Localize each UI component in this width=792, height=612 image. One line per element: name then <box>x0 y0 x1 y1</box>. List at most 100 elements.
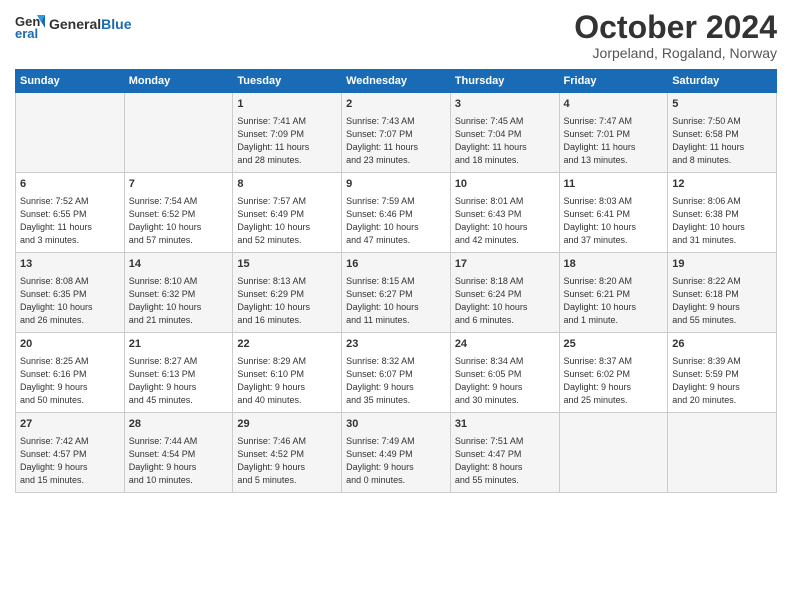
day-number: 18 <box>564 257 664 272</box>
cell-content: Sunrise: 8:22 AM Sunset: 6:18 PM Dayligh… <box>672 275 772 327</box>
logo-icon: Gen eral <box>15 10 45 40</box>
calendar-cell: 19 Sunrise: 8:22 AM Sunset: 6:18 PM Dayli… <box>668 253 777 333</box>
day-number: 8 <box>237 177 337 192</box>
header-cell-friday: Friday <box>559 70 668 93</box>
day-number: 9 <box>346 177 446 192</box>
day-number: 22 <box>237 337 337 352</box>
cell-content: Sunrise: 8:01 AM Sunset: 6:43 PM Dayligh… <box>455 195 555 247</box>
header-cell-thursday: Thursday <box>450 70 559 93</box>
header: Gen eral GeneralBlue October 2024 Jorpel… <box>15 10 777 61</box>
logo-text-block: GeneralBlue <box>49 17 131 32</box>
calendar-cell: 4Sunrise: 7:47 AM Sunset: 7:01 PM Daylig… <box>559 93 668 173</box>
logo: Gen eral GeneralBlue <box>15 10 131 40</box>
calendar-cell <box>668 413 777 493</box>
day-number: 26 <box>672 337 772 352</box>
calendar-cell: 3 Sunrise: 7:45 AM Sunset: 7:04 PM Daylig… <box>450 93 559 173</box>
day-number: 23 <box>346 337 446 352</box>
calendar-cell: 23 Sunrise: 8:32 AM Sunset: 6:07 PM Dayli… <box>342 333 451 413</box>
cell-content: Sunrise: 7:45 AM Sunset: 7:04 PM Dayligh… <box>455 115 555 167</box>
cell-content: Sunrise: 8:08 AM Sunset: 6:35 PM Dayligh… <box>20 275 120 327</box>
day-number: 4 <box>564 97 664 112</box>
day-number: 30 <box>346 417 446 432</box>
cell-content: Sunrise: 7:41 AM Sunset: 7:09 PM Dayligh… <box>237 115 337 167</box>
day-number: 19 <box>672 257 772 272</box>
calendar-cell: 26Sunrise: 8:39 AM Sunset: 5:59 PM Dayli… <box>668 333 777 413</box>
day-number: 2 <box>346 97 446 112</box>
day-number: 16 <box>346 257 446 272</box>
calendar-cell: 1 Sunrise: 7:41 AM Sunset: 7:09 PM Daylig… <box>233 93 342 173</box>
cell-content: Sunrise: 8:03 AM Sunset: 6:41 PM Dayligh… <box>564 195 664 247</box>
calendar-cell: 29 Sunrise: 7:46 AM Sunset: 4:52 PM Dayli… <box>233 413 342 493</box>
cell-content: Sunrise: 8:29 AM Sunset: 6:10 PM Dayligh… <box>237 355 337 407</box>
cell-content: Sunrise: 8:32 AM Sunset: 6:07 PM Dayligh… <box>346 355 446 407</box>
calendar-cell: 30 Sunrise: 7:49 AM Sunset: 4:49 PM Dayli… <box>342 413 451 493</box>
header-row: SundayMondayTuesdayWednesdayThursdayFrid… <box>16 70 777 93</box>
day-number: 7 <box>129 177 229 192</box>
day-number: 11 <box>564 177 664 192</box>
calendar-cell: 13 Sunrise: 8:08 AM Sunset: 6:35 PM Dayli… <box>16 253 125 333</box>
cell-content: Sunrise: 8:34 AM Sunset: 6:05 PM Dayligh… <box>455 355 555 407</box>
day-number: 29 <box>237 417 337 432</box>
cell-content: Sunrise: 8:25 AM Sunset: 6:16 PM Dayligh… <box>20 355 120 407</box>
cell-content: Sunrise: 7:46 AM Sunset: 4:52 PM Dayligh… <box>237 435 337 487</box>
calendar-cell: 20 Sunrise: 8:25 AM Sunset: 6:16 PM Dayli… <box>16 333 125 413</box>
day-number: 6 <box>20 177 120 192</box>
calendar-cell: 15 Sunrise: 8:13 AM Sunset: 6:29 PM Dayli… <box>233 253 342 333</box>
cell-content: Sunrise: 8:10 AM Sunset: 6:32 PM Dayligh… <box>129 275 229 327</box>
calendar-cell <box>16 93 125 173</box>
page: Gen eral GeneralBlue October 2024 Jorpel… <box>0 0 792 612</box>
calendar-cell: 11 Sunrise: 8:03 AM Sunset: 6:41 PM Dayli… <box>559 173 668 253</box>
cell-content: Sunrise: 7:49 AM Sunset: 4:49 PM Dayligh… <box>346 435 446 487</box>
week-row-2: 13 Sunrise: 8:08 AM Sunset: 6:35 PM Dayli… <box>16 253 777 333</box>
day-number: 20 <box>20 337 120 352</box>
header-cell-monday: Monday <box>124 70 233 93</box>
calendar-cell: 10 Sunrise: 8:01 AM Sunset: 6:43 PM Dayli… <box>450 173 559 253</box>
header-cell-sunday: Sunday <box>16 70 125 93</box>
calendar-table: SundayMondayTuesdayWednesdayThursdayFrid… <box>15 69 777 493</box>
cell-content: Sunrise: 8:27 AM Sunset: 6:13 PM Dayligh… <box>129 355 229 407</box>
calendar-cell: 7 Sunrise: 7:54 AM Sunset: 6:52 PM Daylig… <box>124 173 233 253</box>
cell-content: Sunrise: 8:13 AM Sunset: 6:29 PM Dayligh… <box>237 275 337 327</box>
week-row-0: 1 Sunrise: 7:41 AM Sunset: 7:09 PM Daylig… <box>16 93 777 173</box>
calendar-cell: 16 Sunrise: 8:15 AM Sunset: 6:27 PM Dayli… <box>342 253 451 333</box>
day-number: 5 <box>672 97 772 112</box>
day-number: 3 <box>455 97 555 112</box>
calendar-cell: 8 Sunrise: 7:57 AM Sunset: 6:49 PM Daylig… <box>233 173 342 253</box>
day-number: 14 <box>129 257 229 272</box>
cell-content: Sunrise: 8:20 AM Sunset: 6:21 PM Dayligh… <box>564 275 664 327</box>
cell-content: Sunrise: 8:37 AM Sunset: 6:02 PM Dayligh… <box>564 355 664 407</box>
header-cell-wednesday: Wednesday <box>342 70 451 93</box>
cell-content: Sunrise: 7:42 AM Sunset: 4:57 PM Dayligh… <box>20 435 120 487</box>
day-number: 10 <box>455 177 555 192</box>
cell-content: Sunrise: 7:52 AM Sunset: 6:55 PM Dayligh… <box>20 195 120 247</box>
day-number: 13 <box>20 257 120 272</box>
calendar-cell: 31 Sunrise: 7:51 AM Sunset: 4:47 PM Dayli… <box>450 413 559 493</box>
calendar-cell: 28 Sunrise: 7:44 AM Sunset: 4:54 PM Dayli… <box>124 413 233 493</box>
calendar-cell: 18 Sunrise: 8:20 AM Sunset: 6:21 PM Dayli… <box>559 253 668 333</box>
day-number: 15 <box>237 257 337 272</box>
day-number: 24 <box>455 337 555 352</box>
cell-content: Sunrise: 7:51 AM Sunset: 4:47 PM Dayligh… <box>455 435 555 487</box>
calendar-cell: 9Sunrise: 7:59 AM Sunset: 6:46 PM Daylig… <box>342 173 451 253</box>
calendar-cell: 22 Sunrise: 8:29 AM Sunset: 6:10 PM Dayli… <box>233 333 342 413</box>
cell-content: Sunrise: 8:18 AM Sunset: 6:24 PM Dayligh… <box>455 275 555 327</box>
day-number: 1 <box>237 97 337 112</box>
calendar-cell: 5Sunrise: 7:50 AM Sunset: 6:58 PM Daylig… <box>668 93 777 173</box>
week-row-1: 6 Sunrise: 7:52 AM Sunset: 6:55 PM Daylig… <box>16 173 777 253</box>
calendar-cell: 17Sunrise: 8:18 AM Sunset: 6:24 PM Dayli… <box>450 253 559 333</box>
cell-content: Sunrise: 8:06 AM Sunset: 6:38 PM Dayligh… <box>672 195 772 247</box>
day-number: 31 <box>455 417 555 432</box>
cell-content: Sunrise: 7:44 AM Sunset: 4:54 PM Dayligh… <box>129 435 229 487</box>
calendar-cell: 6 Sunrise: 7:52 AM Sunset: 6:55 PM Daylig… <box>16 173 125 253</box>
cell-content: Sunrise: 8:15 AM Sunset: 6:27 PM Dayligh… <box>346 275 446 327</box>
cell-content: Sunrise: 7:54 AM Sunset: 6:52 PM Dayligh… <box>129 195 229 247</box>
day-number: 12 <box>672 177 772 192</box>
logo-general: General <box>49 16 101 32</box>
header-cell-tuesday: Tuesday <box>233 70 342 93</box>
cell-content: Sunrise: 7:57 AM Sunset: 6:49 PM Dayligh… <box>237 195 337 247</box>
cell-content: Sunrise: 7:43 AM Sunset: 7:07 PM Dayligh… <box>346 115 446 167</box>
week-row-4: 27Sunrise: 7:42 AM Sunset: 4:57 PM Dayli… <box>16 413 777 493</box>
title-block: October 2024 Jorpeland, Rogaland, Norway <box>574 10 777 61</box>
day-number: 28 <box>129 417 229 432</box>
day-number: 25 <box>564 337 664 352</box>
